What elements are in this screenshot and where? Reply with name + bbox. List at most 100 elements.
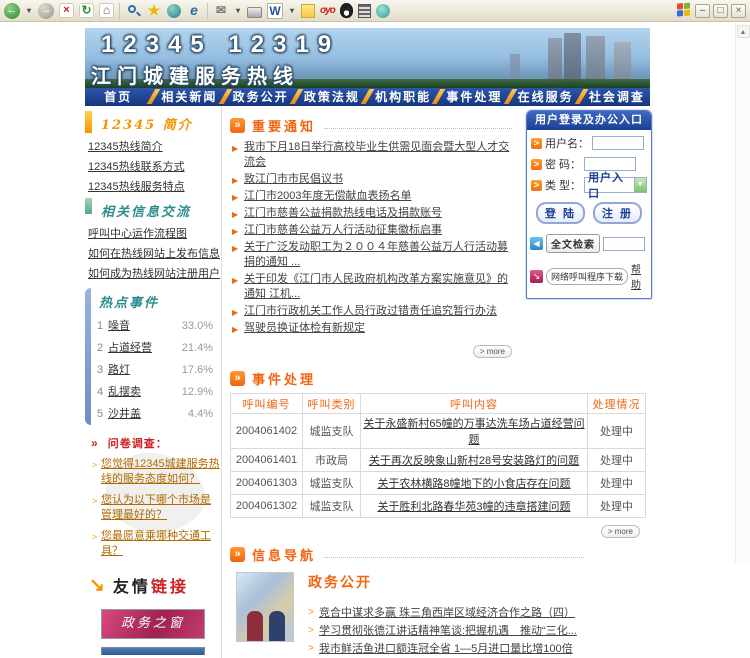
notice-text: 江门市2003年度无偿献血表扬名单 [244,190,411,202]
call-content-link[interactable]: 关于永盛新村65幢的万事达洗车场占道经营问题 [363,418,584,446]
arrow-bullet-icon: > [308,640,314,658]
city-skyline-decoration [586,36,605,82]
hot-event-link[interactable]: 沙井盖 [108,403,141,425]
search-icon[interactable] [125,3,141,19]
call-id: 2004061401 [231,449,303,472]
call-content-link[interactable]: 关于胜利北路春华苑3幢的违章搭建问题 [377,501,570,513]
hot-event-link[interactable]: 路灯 [108,359,130,381]
type-label: 类 型： [545,177,581,193]
history-icon[interactable] [167,4,181,18]
hot-event-link[interactable]: 噪音 [108,315,130,337]
word-dropdown-icon[interactable]: ▾ [288,3,296,19]
notes-icon[interactable] [301,4,315,18]
events-title: 事件处理 [252,369,316,388]
gov-news-link[interactable]: > 竞合中谋求多赢 珠三角西岸区域经济合作之路（四） [308,604,638,622]
refresh-icon[interactable]: ↻ [79,3,94,18]
survey-link-transport[interactable]: > 您最愿意乘哪种交通工具？ [101,529,221,559]
back-dropdown-icon[interactable]: ▾ [25,3,33,19]
red-arrow-icon: » [91,436,99,450]
nav-item-policies[interactable]: 政策法规 [299,88,365,106]
notice-link[interactable]: ▶致江门市市民倡议书 [230,172,518,187]
notices-more-button[interactable]: > more [473,345,512,358]
orange-arrow-icon: > [531,180,542,191]
call-content-link[interactable]: 关于农林横路8幢地下的小食店存在问题 [377,478,570,490]
arrow-bullet-icon: > [308,622,314,640]
back-icon[interactable]: ← [4,3,20,19]
login-button[interactable]: 登 陆 [536,202,585,224]
sidebar-link-publish-info[interactable]: 如何在热线网站上发布信息 [88,244,221,264]
user-type-select[interactable]: 用户入口 ▼ [584,177,647,193]
minimize-button[interactable]: – [695,4,710,18]
nav-item-news[interactable]: 相关新闻 [156,88,222,106]
call-content-link[interactable]: 关于再次反映象山新村28号安装路灯的问题 [369,455,579,467]
triangle-bullet-icon: ▶ [232,273,238,288]
sidebar-link-hotline-intro[interactable]: 12345热线简介 [88,137,221,157]
favorites-icon[interactable]: ★ [146,3,162,19]
events-header: » 事件处理 [230,369,652,388]
select-caret-icon: ▼ [634,178,646,192]
infonav-header: » 信息导航 [230,545,652,564]
register-button[interactable]: 注 册 [593,202,642,224]
forward-icon[interactable]: → [38,3,54,19]
percentage: 17.6% [182,359,221,381]
city-skyline-decoration [564,33,581,83]
nav-item-home[interactable]: 首页 [85,88,151,106]
nav-item-survey[interactable]: 社会调查 [584,88,650,106]
help-link[interactable]: 帮助 [631,261,648,291]
print-icon[interactable] [247,7,262,18]
hot-events-section: 热点事件 1 噪音 33.0% 2 占道经营 21.4% 3 路灯 17.6% [85,288,221,425]
nav-item-functions[interactable]: 机构职能 [370,88,436,106]
hot-event-link[interactable]: 占道经营 [108,337,152,359]
notice-link[interactable]: ▶我市下月18日举行高校毕业生供需见面会暨大型人才交流会 [230,140,518,170]
notice-link[interactable]: ▶江门市慈善公益捐款热线电话及捐款账号 [230,206,518,221]
call-category: 城监支队 [303,414,361,449]
hot-event-row: 2 占道经营 21.4% [85,337,221,359]
username-input[interactable] [592,136,644,150]
qq-messenger-icon[interactable] [340,3,353,18]
sidebar-link-hotline-contact[interactable]: 12345热线联系方式 [88,157,221,177]
news-photo-image [236,572,294,642]
notice-link[interactable]: ▶关于广泛发动职工为２００４年慈善公益万人行活动募捐的通知 ... [230,240,518,270]
oyo-plugin-icon[interactable]: oyo [320,3,335,19]
notice-link[interactable]: ▶江门市行政机关工作人员行政过错责任追究暂行办法 [230,304,518,319]
notice-text: 关于广泛发动职工为２００４年慈善公益万人行活动募捐的通知 ... [244,241,508,268]
partial-banner-image[interactable] [101,647,205,655]
survey-link-text: 您认为以下哪个市场是管理最好的？ [101,494,211,521]
call-status: 处理中 [588,414,646,449]
fulltext-search-input[interactable] [603,237,645,251]
notice-link[interactable]: ▶江门市慈善公益万人行活动征集徽标启事 [230,223,518,238]
nav-item-events[interactable]: 事件处理 [441,88,507,106]
sidebar-link-callcenter-flow[interactable]: 呼叫中心运作流程图 [88,224,221,244]
nav-item-online-service[interactable]: 在线服务 [513,88,579,106]
download-manager-icon[interactable] [376,4,390,18]
events-more-button[interactable]: > more [601,525,640,538]
mail-icon[interactable]: ✉ [213,3,229,19]
call-status: 处理中 [588,449,646,472]
close-button[interactable]: × [731,4,746,18]
ie-icon[interactable]: e [186,3,202,19]
survey-link-attitude[interactable]: > 您觉得12345城建服务热线的服务态度如何？ [101,457,221,487]
gov-news-link[interactable]: > 我市鲜活鱼进口额连冠全省 1—5月进口量比增100倍 [308,640,638,658]
fulltext-search-button[interactable]: 全文检索 [546,234,600,253]
restore-button[interactable]: □ [713,4,728,18]
dictionary-icon[interactable] [358,4,371,18]
word-edit-icon[interactable]: W [267,3,283,19]
stop-icon[interactable]: × [59,3,74,18]
sidebar-link-register-user[interactable]: 如何成为热线网站注册用户 [88,264,221,284]
notice-link[interactable]: ▶驾驶员换证体检有新规定 [230,321,518,336]
notice-link[interactable]: ▶关于印发《江门市人民政府机构改革方案实施意见》的通知 江机... [230,272,518,302]
gov-news-link[interactable]: > 学习贯彻张德江讲话精神笔谈:把握机遇 推动“三化... [308,622,638,640]
scroll-up-icon[interactable]: ▲ [737,25,750,38]
sidebar-link-hotline-features[interactable]: 12345热线服务特点 [88,177,221,197]
site-banner-image[interactable]: 12345 12319 江门城建服务热线 [85,28,650,88]
gov-window-banner-image[interactable]: 政务之窗 [101,609,205,639]
network-call-download-button[interactable]: 网络呼叫程序下载 [546,268,628,285]
hot-event-link[interactable]: 乱摆卖 [108,381,141,403]
nav-item-gov-affairs[interactable]: 政务公开 [228,88,294,106]
notice-link[interactable]: ▶江门市2003年度无偿献血表扬名单 [230,189,518,204]
survey-link-market[interactable]: > 您认为以下哪个市场是管理最好的？ [101,493,221,523]
section-tab-decoration [85,198,92,214]
mail-dropdown-icon[interactable]: ▾ [234,3,242,19]
home-icon[interactable]: ⌂ [99,3,114,18]
vertical-scrollbar[interactable]: ▲ [735,23,750,563]
